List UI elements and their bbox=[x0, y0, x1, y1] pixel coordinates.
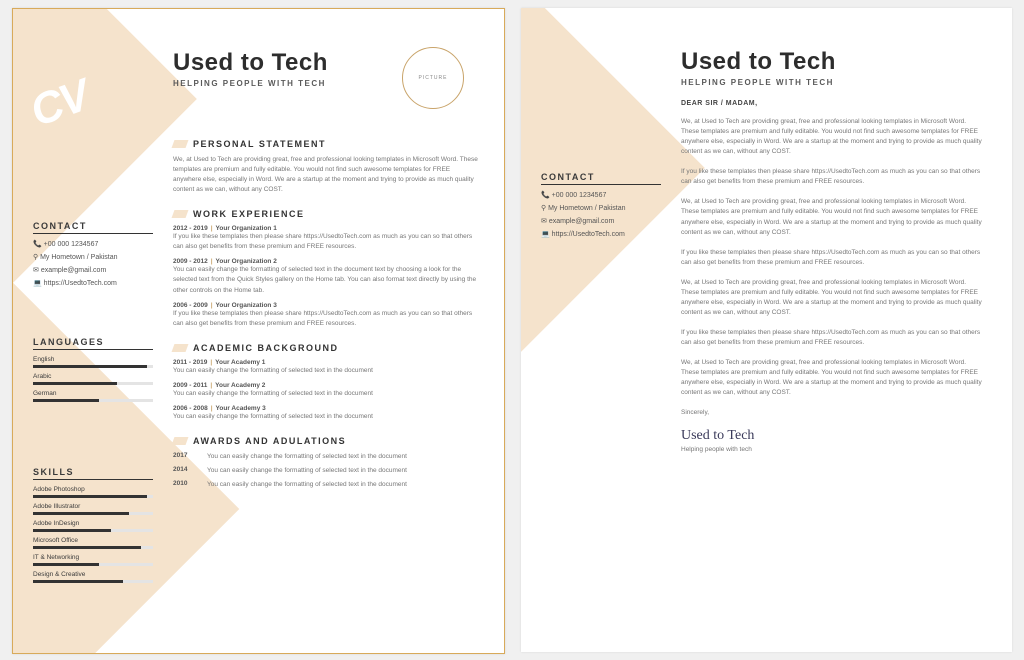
header: Used to Tech HELPING PEOPLE WITH TECH bbox=[173, 49, 328, 88]
award-row: 2010You can easily change the formatting… bbox=[173, 480, 478, 490]
language-item: German bbox=[33, 390, 153, 402]
signature: Used to Tech bbox=[681, 428, 982, 444]
cover-paragraph: If you like these templates then please … bbox=[681, 167, 982, 187]
flag-icon bbox=[172, 437, 189, 445]
academic-entry-head: 2011 - 2019|Your Academy 1 bbox=[173, 359, 478, 366]
work-entry-head: 2012 - 2019|Your Organization 1 bbox=[173, 225, 478, 232]
cover-paragraph: If you like these templates then please … bbox=[681, 328, 982, 348]
flag-icon bbox=[172, 140, 189, 148]
personal-statement: PERSONAL STATEMENT We, at Used to Tech a… bbox=[173, 139, 478, 195]
name: Used to Tech bbox=[681, 48, 836, 76]
work-experience: WORK EXPERIENCE 2012 - 2019|Your Organiz… bbox=[173, 209, 478, 328]
work-entry-body: If you like these templates then please … bbox=[173, 309, 478, 329]
language-item: Arabic bbox=[33, 373, 153, 385]
work-entry-body: If you like these templates then please … bbox=[173, 232, 478, 252]
skill-item: Adobe Illustrator bbox=[33, 503, 153, 515]
award-row: 2017You can easily change the formatting… bbox=[173, 452, 478, 462]
cover-paragraph: We, at Used to Tech are providing great,… bbox=[681, 358, 982, 398]
main-column: PERSONAL STATEMENT We, at Used to Tech a… bbox=[173, 139, 478, 504]
contact-web: 💻 https://UsedtoTech.com bbox=[541, 230, 661, 238]
skill-item: Design & Creative bbox=[33, 571, 153, 583]
academic-background: ACADEMIC BACKGROUND 2011 - 2019|Your Aca… bbox=[173, 343, 478, 422]
cover-paragraph: We, at Used to Tech are providing great,… bbox=[681, 278, 982, 318]
cover-letter-body: DEAR SIR / MADAM, We, at Used to Tech ar… bbox=[681, 100, 982, 453]
section-heading: SKILLS bbox=[33, 467, 153, 480]
contact-phone: 📞 +00 000 1234567 bbox=[33, 240, 153, 248]
tagline: HELPING PEOPLE WITH TECH bbox=[681, 78, 836, 87]
name: Used to Tech bbox=[173, 49, 328, 77]
work-entry-body: You can easily change the formatting of … bbox=[173, 265, 478, 295]
skill-item: Microsoft Office bbox=[33, 537, 153, 549]
cover-paragraph: If you like these templates then please … bbox=[681, 248, 982, 268]
academic-entry-body: You can easily change the formatting of … bbox=[173, 366, 478, 376]
cover-paragraph: We, at Used to Tech are providing great,… bbox=[681, 197, 982, 237]
contact-location: ⚲ My Hometown / Pakistan bbox=[33, 253, 153, 261]
contact-phone: 📞 +00 000 1234567 bbox=[541, 191, 661, 199]
contact-email: ✉ example@gmail.com bbox=[33, 266, 153, 274]
awards: AWARDS AND ADULATIONS 2017You can easily… bbox=[173, 436, 478, 490]
section-heading: CONTACT bbox=[541, 172, 661, 185]
tagline: HELPING PEOPLE WITH TECH bbox=[173, 79, 328, 88]
academic-entry-body: You can easily change the formatting of … bbox=[173, 389, 478, 399]
section-heading: CONTACT bbox=[33, 221, 153, 234]
flag-icon bbox=[172, 344, 189, 352]
contact-block: CONTACT 📞 +00 000 1234567 ⚲ My Hometown … bbox=[541, 172, 661, 243]
header: Used to Tech HELPING PEOPLE WITH TECH bbox=[681, 48, 836, 87]
flag-icon bbox=[172, 210, 189, 218]
signature-tagline: Helping people with tech bbox=[681, 446, 982, 453]
academic-entry-head: 2009 - 2011|Your Academy 2 bbox=[173, 382, 478, 389]
skills-block: SKILLS Adobe Photoshop Adobe Illustrator A… bbox=[33, 467, 153, 583]
skill-item: Adobe InDesign bbox=[33, 520, 153, 532]
languages-block: LANGUAGES English Arabic German bbox=[33, 337, 153, 402]
contact-web: 💻 https://UsedtoTech.com bbox=[33, 279, 153, 287]
cover-paragraph: We, at Used to Tech are providing great,… bbox=[681, 117, 982, 157]
contact-block: CONTACT 📞 +00 000 1234567 ⚲ My Hometown … bbox=[33, 221, 153, 292]
closing: Sincerely, bbox=[681, 408, 982, 418]
award-row: 2014You can easily change the formatting… bbox=[173, 466, 478, 476]
contact-location: ⚲ My Hometown / Pakistan bbox=[541, 204, 661, 212]
language-item: English bbox=[33, 356, 153, 368]
photo-placeholder: PICTURE bbox=[402, 47, 464, 109]
academic-entry-head: 2006 - 2008|Your Academy 3 bbox=[173, 405, 478, 412]
contact-email: ✉ example@gmail.com bbox=[541, 217, 661, 225]
section-heading: LANGUAGES bbox=[33, 337, 153, 350]
greeting: DEAR SIR / MADAM, bbox=[681, 100, 982, 107]
resume-page: CV Used to Tech HELPING PEOPLE WITH TECH… bbox=[12, 8, 505, 654]
academic-entry-body: You can easily change the formatting of … bbox=[173, 412, 478, 422]
cover-letter-page: Used to Tech HELPING PEOPLE WITH TECH CO… bbox=[521, 8, 1012, 652]
skill-item: IT & Networking bbox=[33, 554, 153, 566]
skill-item: Adobe Photoshop bbox=[33, 486, 153, 498]
work-entry-head: 2009 - 2012|Your Organization 2 bbox=[173, 258, 478, 265]
work-entry-head: 2006 - 2009|Your Organization 3 bbox=[173, 302, 478, 309]
